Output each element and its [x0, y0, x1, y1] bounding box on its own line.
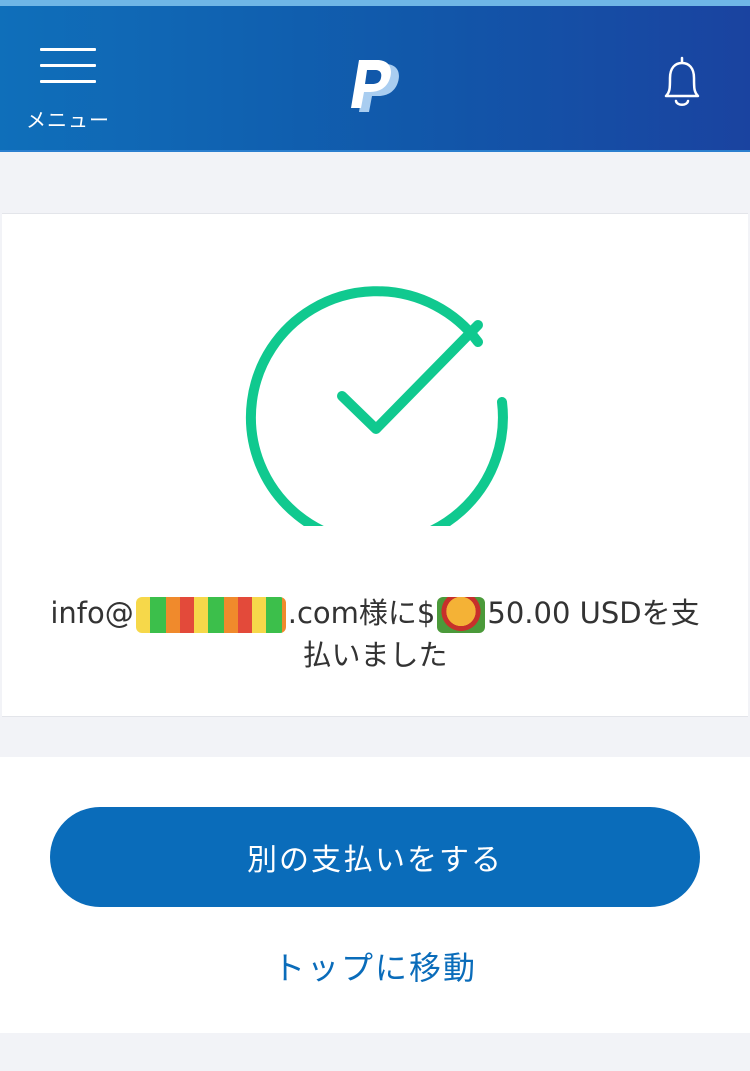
- message-prefix: info@: [50, 596, 134, 630]
- actions-panel: 別の支払いをする トップに移動: [0, 757, 750, 1033]
- redaction-sticker: [437, 597, 486, 633]
- header-divider: [0, 150, 750, 152]
- go-to-top-link[interactable]: トップに移動: [0, 943, 750, 989]
- app-header: メニュー: [0, 6, 750, 152]
- hamburger-icon-bar: [40, 80, 96, 83]
- menu-label: メニュー: [26, 108, 110, 132]
- bell-icon[interactable]: [656, 54, 708, 110]
- payment-confirmation-card: info@ .com様に$ 50.00 USDを支払いました: [2, 213, 748, 717]
- hamburger-icon-bar: [40, 64, 96, 67]
- message-middle: .com様に$: [287, 596, 436, 630]
- checkmark-circle-icon: [245, 286, 508, 526]
- redaction-sticker: [135, 597, 286, 633]
- menu-button[interactable]: メニュー: [26, 48, 110, 132]
- make-another-payment-button[interactable]: 別の支払いをする: [50, 807, 700, 907]
- paypal-logo: [351, 60, 399, 112]
- hamburger-icon: [40, 48, 96, 51]
- message-amount: 50.00 USD: [487, 596, 642, 630]
- payment-message: info@ .com様に$ 50.00 USDを支払いました: [42, 592, 708, 676]
